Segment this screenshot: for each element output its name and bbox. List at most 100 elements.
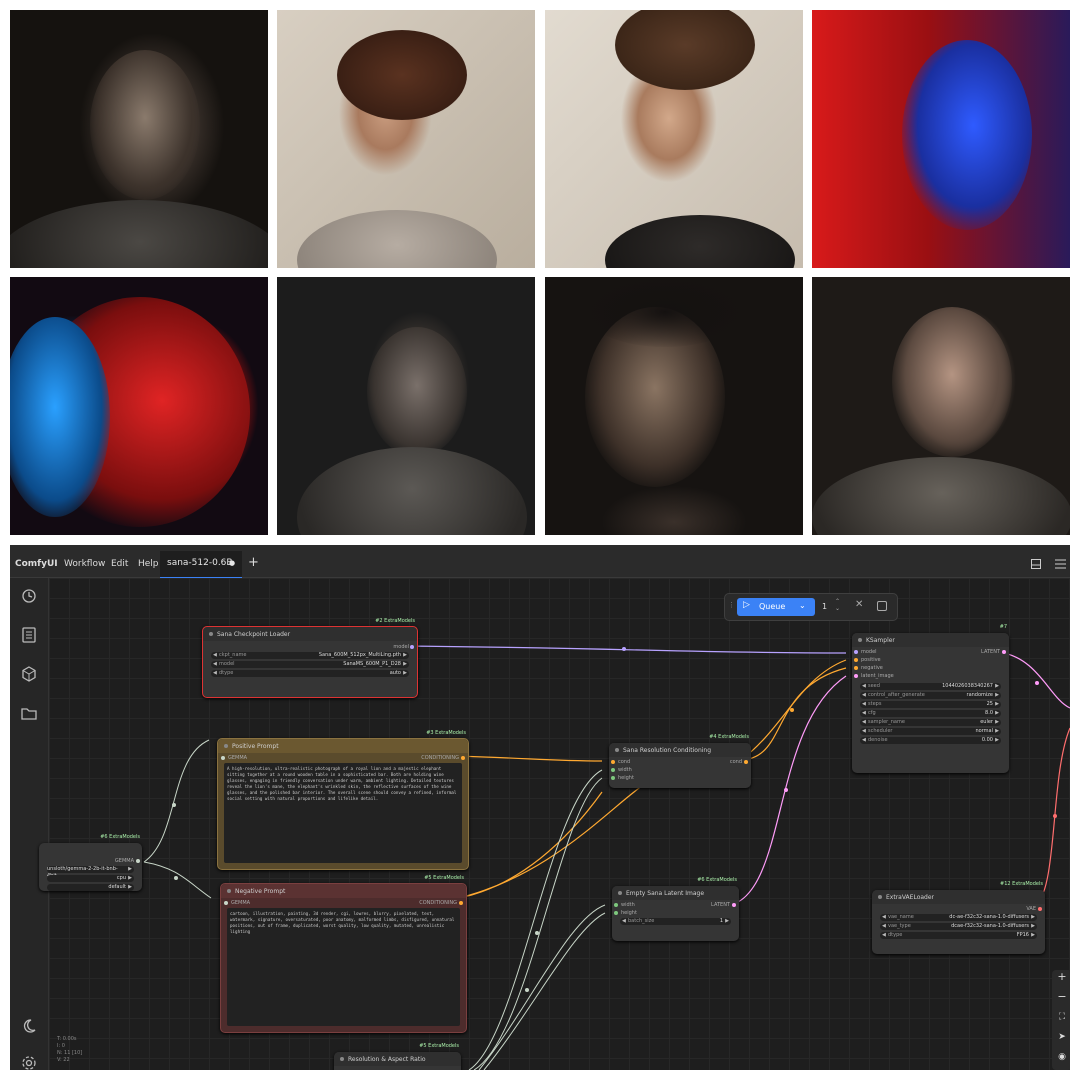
prompt-textarea[interactable]: cartoon, illustration, painting, 3d rend…: [227, 908, 460, 1026]
fit-view-icon[interactable]: ⛶: [1052, 1012, 1070, 1022]
node-badge: #7: [999, 624, 1007, 630]
gallery-image-4: [812, 10, 1070, 268]
output-latent[interactable]: LATENT: [981, 649, 1000, 655]
link-gemma-neg: [143, 861, 212, 899]
stepper-icon[interactable]: ⌃ ⌄: [835, 598, 840, 612]
node-title: Sana Resolution Conditioning: [623, 747, 712, 754]
input-height[interactable]: height: [621, 910, 637, 916]
widget-seed[interactable]: ◀ seed 1044026038340267 ▶: [860, 683, 1001, 690]
zoom-in-icon[interactable]: +: [1052, 970, 1070, 983]
node-ksampler[interactable]: KSampler #7 model positive negative late…: [852, 624, 1009, 773]
widget-model[interactable]: ◀ model SanaMS_600M_P1_D28 ▶: [211, 661, 409, 668]
node-title: Negative Prompt: [235, 888, 286, 895]
output-conditioning[interactable]: CONDITIONING: [421, 755, 459, 761]
link-width: [468, 769, 603, 1070]
input-positive[interactable]: positive: [861, 657, 881, 663]
batch-count[interactable]: 1: [822, 602, 827, 611]
gallery-image-8: [812, 277, 1070, 535]
canvas-stats: T: 0.00s I: 0 N: 11 [10] V: 22: [57, 1036, 82, 1064]
input-width[interactable]: width: [621, 902, 635, 908]
widget-ckpt-name[interactable]: ◀ ckpt_name Sana_600M_512px_MultiLing.pth ▶: [211, 652, 409, 659]
node-canvas[interactable]: ⋮ ▷ Queue ⌄ 1 ⌃ ⌄ ✕ Sana Checkpoint Loade…: [39, 578, 1070, 1070]
queue-button[interactable]: ▷ Queue ⌄: [737, 598, 815, 616]
chevron-down-icon[interactable]: ⌄: [799, 601, 806, 610]
output-cond[interactable]: cond: [730, 759, 742, 765]
tab-label: sana-512-0.6B: [167, 558, 233, 568]
node-badge: #12 ExtraModels: [1000, 881, 1043, 887]
link-latent-out: [998, 651, 1070, 709]
queue-label: Queue: [759, 602, 786, 611]
theme-moon-icon[interactable]: [20, 1017, 38, 1035]
settings-gear-icon[interactable]: [20, 1054, 38, 1070]
input-model[interactable]: model: [861, 649, 877, 655]
input-negative[interactable]: negative: [861, 665, 883, 671]
model-library-icon[interactable]: [20, 665, 38, 683]
widget-sampler-name[interactable]: ◀ sampler_name euler ▶: [860, 719, 1001, 726]
queue-list-icon[interactable]: [20, 626, 38, 644]
menu-edit[interactable]: Edit: [111, 545, 128, 577]
node-negative-prompt[interactable]: Negative Prompt #5 ExtraModels GEMMA CON…: [220, 875, 467, 1033]
input-width[interactable]: width: [618, 767, 632, 773]
output-conditioning[interactable]: CONDITIONING: [419, 900, 457, 906]
visibility-eye-icon[interactable]: ◉: [1052, 1052, 1070, 1062]
gallery-image-6: [277, 277, 535, 535]
tab-workflow[interactable]: sana-512-0.6B ●: [160, 551, 242, 579]
zoom-out-icon[interactable]: −: [1052, 990, 1070, 1003]
widget-batch-size[interactable]: ◀ batch_size 1 ▶: [620, 918, 731, 925]
input-height[interactable]: height: [618, 775, 634, 781]
gallery-image-7: [545, 277, 803, 535]
node-title: ExtraVAELoader: [886, 894, 935, 901]
node-checkpoint-loader[interactable]: Sana Checkpoint Loader #2 ExtraModels mo…: [202, 618, 418, 698]
drag-handle-icon[interactable]: ⋮: [728, 601, 735, 609]
gallery-image-2: [277, 10, 535, 268]
app-logo: ComfyUI: [15, 559, 58, 569]
new-tab-button[interactable]: +: [248, 545, 259, 577]
node-resolution-conditioning[interactable]: Sana Resolution Conditioning #4 ExtraMod…: [609, 734, 751, 788]
link-gemma-pos: [143, 739, 210, 863]
input-cond[interactable]: cond: [618, 759, 630, 765]
widget-dtype[interactable]: default ▶: [47, 884, 134, 891]
input-gemma[interactable]: GEMMA: [228, 755, 247, 761]
node-resolution-aspect[interactable]: Resolution & Aspect Ratio #5 ExtraModels: [334, 1043, 461, 1070]
stat-i: I: 0: [57, 1043, 65, 1049]
stop-icon[interactable]: [877, 601, 887, 611]
widget-dtype[interactable]: ◀ dtype auto ▶: [211, 670, 409, 677]
link-positive: [453, 755, 603, 762]
node-badge: #5 ExtraModels: [424, 875, 464, 881]
prompt-textarea[interactable]: A high-resolution, ultra-realistic photo…: [224, 763, 462, 863]
node-positive-prompt[interactable]: Positive Prompt #3 ExtraModels GEMMA CON…: [217, 730, 469, 870]
menu-workflow[interactable]: Workflow: [64, 545, 105, 577]
widget-control-after-generate[interactable]: ◀ control_after_generate randomize ▶: [860, 692, 1001, 699]
select-mode-icon[interactable]: ➤: [1052, 1032, 1070, 1042]
widget-cfg[interactable]: ◀ cfg 8.0 ▶: [860, 710, 1001, 717]
node-empty-latent[interactable]: Empty Sana Latent Image #6 ExtraModels w…: [612, 877, 739, 941]
widget-dtype[interactable]: ◀ dtype FP16 ▶: [880, 932, 1037, 939]
unsaved-indicator: ●: [229, 559, 236, 567]
widget-text-encoder[interactable]: unsloth/gemma-2-2b-it-bnb-4bit▶: [47, 866, 134, 879]
widget-denoise[interactable]: ◀ denoise 0.00 ▶: [860, 737, 1001, 744]
widget-device[interactable]: cpu ▶: [47, 875, 134, 882]
node-gemma-loader[interactable]: #6 ExtraModels GEMMA unsloth/gemma-2-2b-…: [39, 834, 142, 891]
node-title: Empty Sana Latent Image: [626, 890, 705, 897]
menu-help[interactable]: Help: [138, 545, 159, 577]
gallery-image-3: [545, 10, 803, 268]
folder-open-icon[interactable]: [20, 704, 38, 722]
node-vae-loader[interactable]: ExtraVAELoader #12 ExtraModels VAE ◀ vae_…: [872, 881, 1045, 954]
output-gemma[interactable]: GEMMA: [115, 858, 134, 864]
close-icon[interactable]: ✕: [855, 599, 863, 610]
hamburger-menu-icon[interactable]: [1055, 559, 1066, 569]
panel-toggle-icon[interactable]: [1031, 559, 1041, 569]
history-icon[interactable]: [20, 587, 38, 605]
input-gemma[interactable]: GEMMA: [231, 900, 250, 906]
input-latent-image[interactable]: latent_image: [861, 673, 894, 679]
widget-vae-type[interactable]: ◀ vae_type dcae-f32c32-sana-1.0-diffusers ▶: [880, 923, 1037, 930]
widget-scheduler[interactable]: ◀ scheduler normal ▶: [860, 728, 1001, 735]
node-title: Sana Checkpoint Loader: [217, 631, 291, 638]
widget-steps[interactable]: ◀ steps 25 ▶: [860, 701, 1001, 708]
output-vae[interactable]: VAE: [1026, 906, 1036, 912]
output-latent[interactable]: LATENT: [711, 902, 730, 908]
widget-vae-name[interactable]: ◀ vae_name dc-ae-f32c32-sana-1.0-diffusers…: [880, 914, 1037, 921]
canvas-controls: + − ⛶ ➤ ◉: [1052, 970, 1070, 1070]
top-menu-bar: ComfyUI Workflow Edit Help sana-512-0.6B…: [10, 545, 1070, 579]
output-model[interactable]: model: [393, 644, 409, 650]
